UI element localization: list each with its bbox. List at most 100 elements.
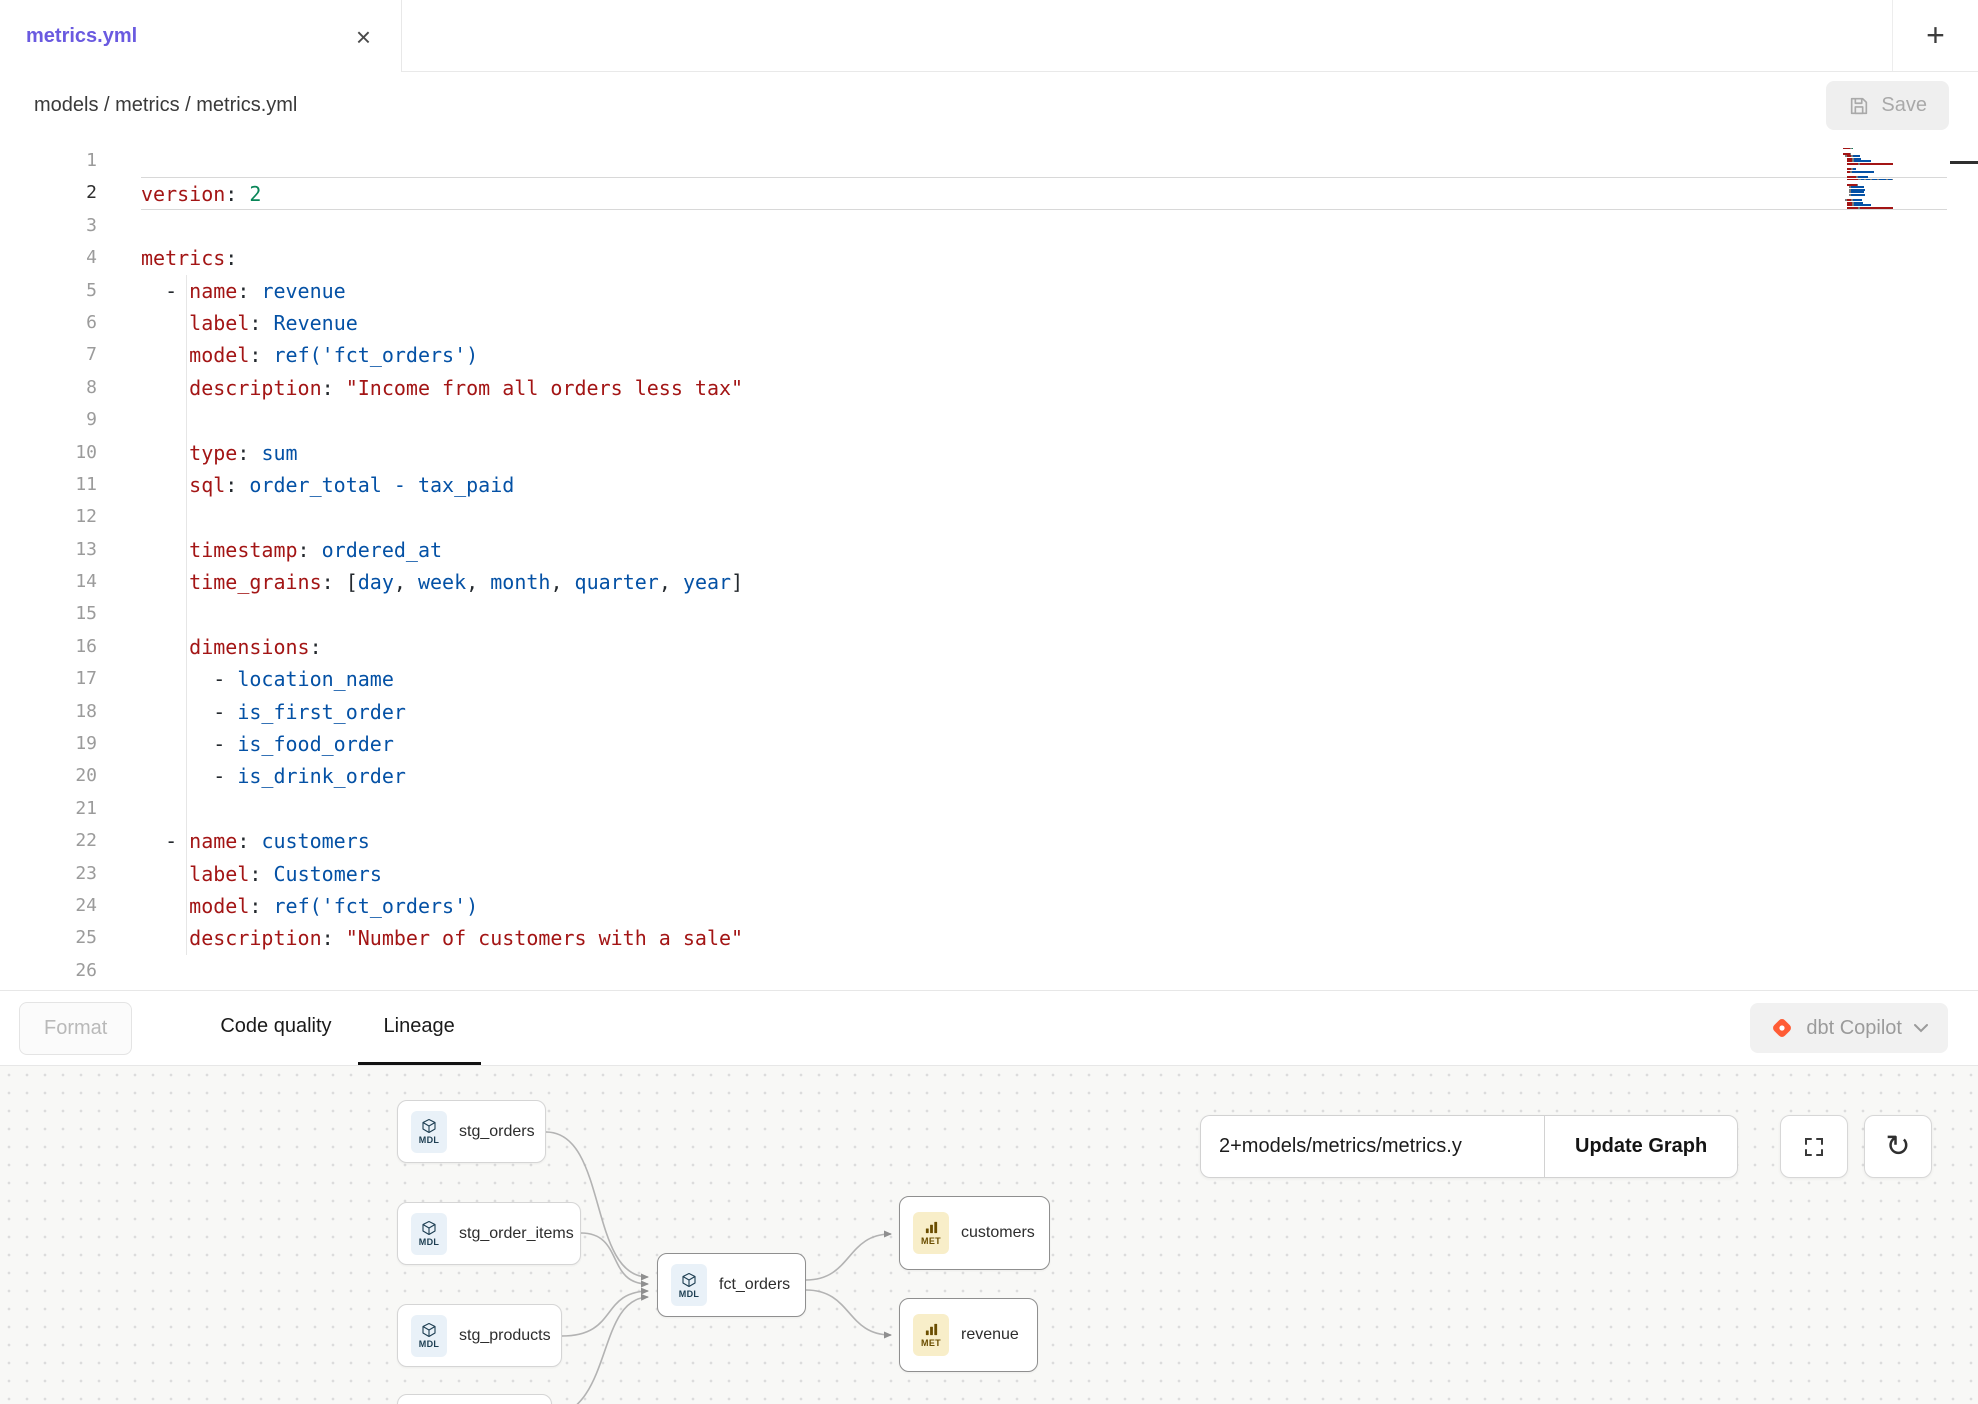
code-line[interactable]: label: Customers [141, 858, 1978, 890]
panel-tab-code-quality[interactable]: Code quality [194, 991, 357, 1065]
dbt-logo-icon [1770, 1016, 1794, 1040]
code-line[interactable]: dimensions: [141, 631, 1978, 663]
update-graph-button[interactable]: Update Graph [1544, 1115, 1738, 1178]
code-line[interactable]: - is_drink_order [141, 760, 1978, 792]
code-lines[interactable]: version: 2 metrics: - name: revenue label… [141, 139, 1978, 990]
lineage-node-fct_orders[interactable]: MDL fct_orders [657, 1253, 806, 1317]
lineage-node-partial_node[interactable]: MDL [397, 1394, 552, 1404]
line-number: 7 [0, 339, 97, 371]
lineage-node-stg_order_items[interactable]: MDLstg_order_items [397, 1202, 581, 1265]
model-icon: MDL [671, 1264, 707, 1306]
line-number: 10 [0, 437, 97, 469]
line-number: 15 [0, 598, 97, 630]
node-label: stg_orders [459, 1123, 535, 1141]
code-line[interactable]: - is_first_order [141, 696, 1978, 728]
app-window: metrics.yml × + models / metrics / metri… [0, 0, 1978, 1404]
minimap-line [1843, 209, 1895, 211]
save-icon [1848, 95, 1870, 117]
line-number: 18 [0, 696, 97, 728]
line-number: 16 [0, 631, 97, 663]
save-label: Save [1881, 94, 1927, 117]
format-button[interactable]: Format [19, 1002, 132, 1055]
lineage-node-revenue[interactable]: METrevenue [899, 1298, 1038, 1372]
refresh-button[interactable]: ↻ [1864, 1115, 1932, 1178]
indent-guide [186, 275, 187, 955]
node-label: fct_orders [719, 1276, 790, 1294]
code-line[interactable]: metrics: [141, 242, 1978, 274]
line-number: 3 [0, 210, 97, 242]
panel-tab-lineage[interactable]: Lineage [358, 991, 481, 1065]
tab-bar-spacer [402, 0, 1892, 71]
code-line[interactable]: - location_name [141, 663, 1978, 695]
code-line[interactable] [141, 955, 1978, 987]
code-line[interactable] [141, 210, 1978, 242]
refresh-icon: ↻ [1885, 1132, 1910, 1162]
code-line[interactable]: description: "Number of customers with a… [141, 922, 1978, 954]
lineage-node-stg_orders[interactable]: MDL stg_orders [397, 1100, 546, 1163]
line-number: 2 [0, 177, 97, 209]
code-line[interactable]: - name: customers [141, 825, 1978, 857]
line-number: 9 [0, 404, 97, 436]
code-line[interactable]: - is_food_order [141, 728, 1978, 760]
minimap[interactable] [1843, 145, 1895, 212]
line-number: 19 [0, 728, 97, 760]
node-label: customers [961, 1224, 1035, 1242]
line-number: 14 [0, 566, 97, 598]
scrollbar-indicator[interactable] [1950, 161, 1978, 164]
code-line[interactable]: time_grains: [day, week, month, quarter,… [141, 566, 1978, 598]
model-icon: MDL [411, 1111, 447, 1153]
minimap-line [1843, 179, 1895, 181]
line-number: 5 [0, 275, 97, 307]
code-line[interactable] [141, 404, 1978, 436]
code-line[interactable]: description: "Income from all orders les… [141, 372, 1978, 404]
line-number: 24 [0, 890, 97, 922]
metric-icon: MET [913, 1212, 949, 1254]
code-line[interactable]: version: 2 [141, 177, 1947, 209]
file-header: models / metrics / metrics.yml Save [0, 72, 1978, 139]
copilot-label: dbt Copilot [1806, 1017, 1902, 1040]
line-number: 25 [0, 922, 97, 954]
line-number: 1 [0, 145, 97, 177]
save-button[interactable]: Save [1826, 81, 1949, 130]
line-number: 17 [0, 663, 97, 695]
code-line[interactable]: label: Revenue [141, 307, 1978, 339]
line-number: 23 [0, 858, 97, 890]
node-label: revenue [961, 1326, 1019, 1344]
line-number: 8 [0, 372, 97, 404]
lineage-node-customers[interactable]: MET customers [899, 1196, 1050, 1270]
tab-label: metrics.yml [26, 25, 137, 48]
plus-icon: + [1926, 17, 1945, 54]
line-number: 26 [0, 955, 97, 987]
fullscreen-icon [1802, 1135, 1826, 1159]
code-line[interactable] [141, 598, 1978, 630]
code-line[interactable] [141, 501, 1978, 533]
breadcrumb: models / metrics / metrics.yml [34, 94, 297, 117]
node-label: stg_order_items [459, 1225, 574, 1243]
line-number: 21 [0, 793, 97, 825]
code-line[interactable]: type: sum [141, 437, 1978, 469]
code-line[interactable]: model: ref('fct_orders') [141, 339, 1978, 371]
fullscreen-button[interactable] [1780, 1115, 1848, 1178]
panel-tabs: Code qualityLineage [194, 991, 480, 1065]
code-line[interactable]: - name: revenue [141, 275, 1978, 307]
lineage-search-group: Update Graph [1200, 1115, 1738, 1178]
code-line[interactable] [141, 793, 1978, 825]
minimap-line [1843, 163, 1895, 165]
node-label: stg_products [459, 1327, 551, 1345]
dbt-copilot-button[interactable]: dbt Copilot [1750, 1003, 1948, 1053]
line-numbers: 1234567891011121314151617181920212223242… [0, 139, 97, 990]
code-line[interactable]: timestamp: ordered_at [141, 534, 1978, 566]
line-number: 13 [0, 534, 97, 566]
lineage-node-stg_products[interactable]: MDLstg_products [397, 1304, 562, 1367]
line-number: 4 [0, 242, 97, 274]
tab-metrics-yml[interactable]: metrics.yml × [0, 0, 402, 73]
code-line[interactable]: sql: order_total - tax_paid [141, 469, 1978, 501]
close-icon[interactable]: × [356, 24, 371, 50]
tab-bar: metrics.yml × + [0, 0, 1978, 72]
code-line[interactable] [141, 145, 1978, 177]
new-tab-button[interactable]: + [1892, 0, 1978, 71]
code-editor[interactable]: 1234567891011121314151617181920212223242… [0, 139, 1978, 990]
lineage-search-input[interactable] [1200, 1115, 1544, 1178]
code-line[interactable]: model: ref('fct_orders') [141, 890, 1978, 922]
lineage-canvas[interactable]: MDLstg_ordersMDLstg_order_itemsMDLstg_pr… [0, 1066, 1978, 1404]
